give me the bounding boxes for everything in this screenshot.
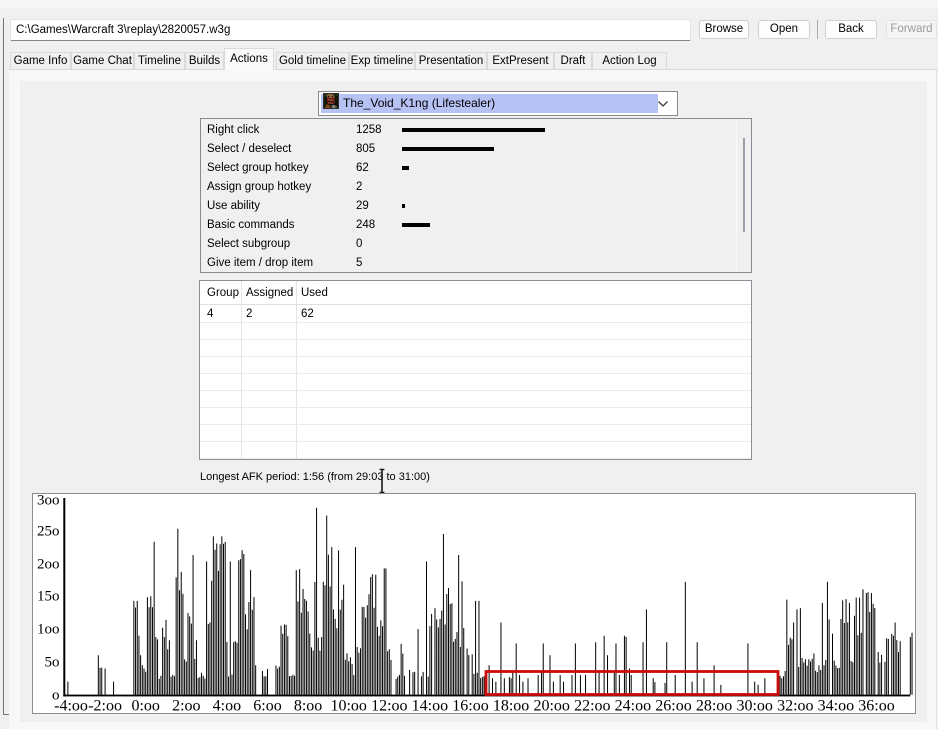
svg-text:30:oo: 30:oo <box>736 698 772 714</box>
svg-text:24:oo: 24:oo <box>615 698 651 714</box>
svg-text:-2:oo: -2:oo <box>88 698 122 714</box>
svg-text:0:oo: 0:oo <box>131 698 159 714</box>
svg-text:4:oo: 4:oo <box>213 698 241 714</box>
svg-text:2oo: 2oo <box>37 557 60 573</box>
svg-text:36:oo: 36:oo <box>858 698 894 714</box>
svg-text:8:oo: 8:oo <box>294 698 322 714</box>
svg-text:20:oo: 20:oo <box>533 698 569 714</box>
svg-text:26:oo: 26:oo <box>655 698 691 714</box>
svg-text:25o: 25o <box>37 524 60 540</box>
svg-text:2:oo: 2:oo <box>172 698 200 714</box>
svg-text:18:oo: 18:oo <box>493 698 529 714</box>
svg-text:28:oo: 28:oo <box>696 698 732 714</box>
svg-text:22:oo: 22:oo <box>574 698 610 714</box>
svg-text:1oo: 1oo <box>37 622 60 638</box>
svg-text:-4:oo: -4:oo <box>54 698 88 714</box>
svg-text:16:oo: 16:oo <box>452 698 488 714</box>
svg-text:14:oo: 14:oo <box>412 698 448 714</box>
svg-text:3oo: 3oo <box>37 494 60 509</box>
svg-text:10:oo: 10:oo <box>330 698 366 714</box>
svg-text:6:oo: 6:oo <box>253 698 281 714</box>
svg-text:34:oo: 34:oo <box>818 698 854 714</box>
svg-text:5o: 5o <box>45 655 60 671</box>
svg-text:15o: 15o <box>37 589 60 605</box>
svg-text:32:oo: 32:oo <box>777 698 813 714</box>
svg-text:12:oo: 12:oo <box>371 698 407 714</box>
